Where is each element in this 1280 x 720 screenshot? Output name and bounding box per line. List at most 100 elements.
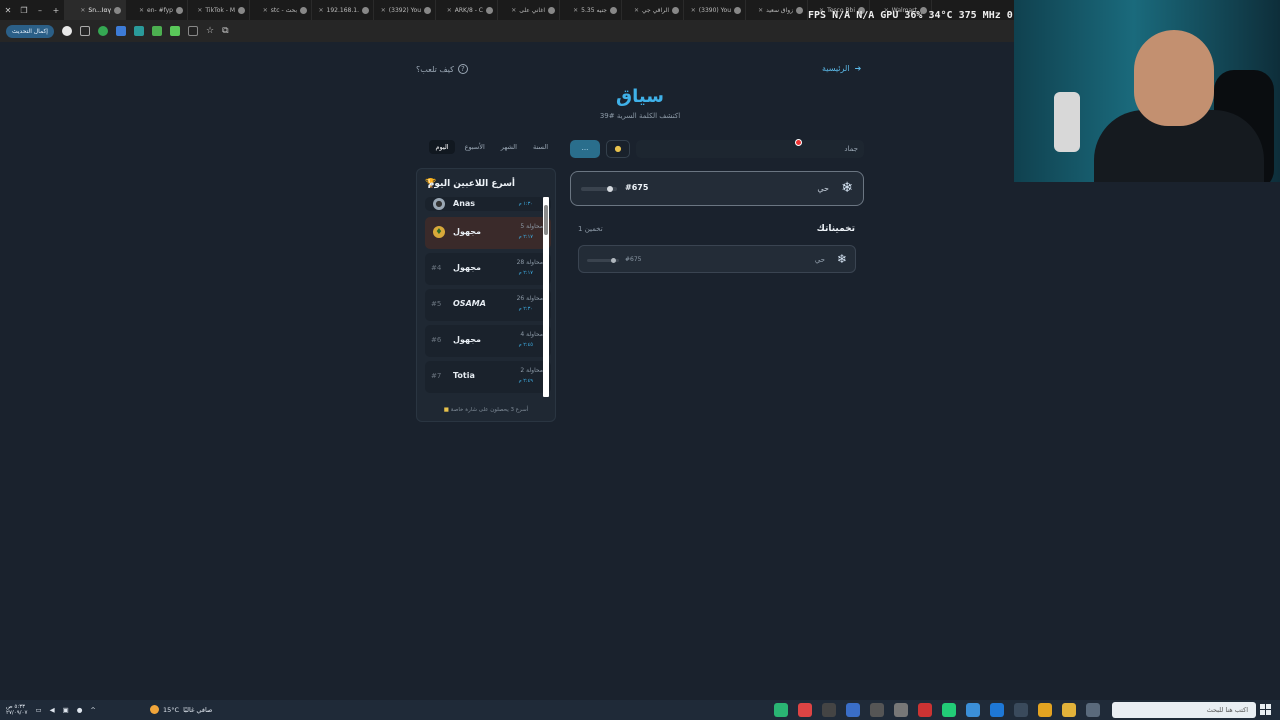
restore-window-icon[interactable]: ❐ bbox=[16, 6, 32, 15]
close-tab-icon[interactable]: ✕ bbox=[80, 7, 85, 14]
browser-tab[interactable]: ✕ Sn...Ιαγ bbox=[64, 0, 126, 20]
leaderboard-scrollbar[interactable] bbox=[543, 197, 549, 397]
close-tab-icon[interactable]: ✕ bbox=[691, 7, 696, 14]
new-tab-icon[interactable]: + bbox=[48, 6, 64, 15]
minimize-window-icon[interactable]: – bbox=[32, 6, 48, 15]
browser-tab[interactable]: ✕ اغاني على bbox=[498, 0, 560, 20]
page-title: سياق bbox=[616, 86, 664, 107]
browser-tab[interactable]: ✕ (3392) You bbox=[374, 0, 436, 20]
close-tab-icon[interactable]: ✕ bbox=[263, 7, 268, 14]
app-icon[interactable] bbox=[870, 703, 884, 717]
close-tab-icon[interactable]: ✕ bbox=[511, 7, 516, 14]
streamer-face-image bbox=[1134, 30, 1214, 126]
browser-tab[interactable]: ✕ stc - بحث bbox=[250, 0, 312, 20]
favicon-icon bbox=[176, 6, 183, 14]
tab-label: Sn...Ιαγ bbox=[88, 6, 111, 14]
how-to-play-link[interactable]: كيف تلعب؟ ? bbox=[416, 64, 468, 74]
app-icon[interactable] bbox=[846, 703, 860, 717]
player-time: ٢:٤٥ م bbox=[518, 342, 533, 348]
player-attempts: محاولة 5 bbox=[520, 223, 543, 230]
app-icon[interactable] bbox=[894, 703, 908, 717]
player-rank: #4 bbox=[431, 264, 442, 272]
extension-d-icon[interactable] bbox=[187, 26, 198, 36]
close-window-icon[interactable]: ✕ bbox=[0, 6, 16, 15]
current-guess-word: حي bbox=[817, 184, 829, 193]
app-icon[interactable] bbox=[942, 703, 956, 717]
browser-tab[interactable]: ✕ en- #fyp bbox=[126, 0, 188, 20]
update-browser-button[interactable]: إكمال التحديث bbox=[6, 24, 54, 38]
chrome-icon[interactable] bbox=[1038, 703, 1052, 717]
start-windows-icon[interactable] bbox=[1260, 704, 1272, 716]
close-tab-icon[interactable]: ✕ bbox=[758, 7, 763, 14]
app-icon[interactable] bbox=[822, 703, 836, 717]
bookmark-star-icon[interactable]: ☆ bbox=[206, 26, 214, 36]
app-icon[interactable] bbox=[798, 703, 812, 717]
tab-month[interactable]: الشهر bbox=[495, 140, 523, 154]
submit-guess-button[interactable]: ... bbox=[570, 140, 600, 158]
browser-tab[interactable]: ✕ 192.168.1. bbox=[312, 0, 374, 20]
current-guess-rank: #675 bbox=[625, 183, 649, 192]
favicon-icon bbox=[548, 6, 555, 14]
guess-input[interactable] bbox=[636, 140, 864, 158]
share-icon[interactable]: ⧉ bbox=[222, 26, 228, 36]
webcam-overlay bbox=[1014, 0, 1280, 182]
player-name: مجهول bbox=[453, 263, 481, 272]
extensions-icon[interactable] bbox=[79, 26, 90, 36]
tab-label: الراقي جي bbox=[642, 6, 669, 14]
scrollbar-thumb[interactable] bbox=[544, 205, 548, 235]
profile-icon[interactable] bbox=[61, 26, 72, 36]
browser-tab[interactable]: ✕ 5.35 جنيه bbox=[560, 0, 622, 20]
task-view-icon[interactable] bbox=[1086, 703, 1100, 717]
edge-icon[interactable] bbox=[990, 703, 1004, 717]
favicon-icon bbox=[486, 6, 493, 14]
mouse-cursor-icon bbox=[795, 139, 802, 146]
clock[interactable]: ٥:٣٣ ص ٢٧/٠٩/٠٧ bbox=[6, 704, 27, 716]
hint-button[interactable]: ● bbox=[606, 140, 630, 158]
tab-year[interactable]: السنة bbox=[527, 140, 554, 154]
close-tab-icon[interactable]: ✕ bbox=[447, 7, 452, 14]
browser-tab[interactable]: ✕ ARK/8 - C bbox=[436, 0, 498, 20]
close-tab-icon[interactable]: ✕ bbox=[573, 7, 578, 14]
arrow-right-icon: ➔ bbox=[854, 64, 862, 73]
extension-teal-icon[interactable] bbox=[133, 26, 144, 36]
shield-icon[interactable] bbox=[151, 26, 162, 36]
tab-label: stc - بحث bbox=[270, 6, 297, 14]
file-explorer-icon[interactable] bbox=[1062, 703, 1076, 717]
taskbar-search[interactable]: اكتب هنا للبحث bbox=[1112, 702, 1256, 718]
tab-label: 192.168.1. bbox=[326, 6, 359, 14]
browser-tab[interactable]: ✕ زواق سعيد bbox=[746, 0, 808, 20]
extension-blue-icon[interactable] bbox=[115, 26, 126, 36]
favicon-icon bbox=[362, 6, 369, 14]
browser-tab[interactable]: ✕ الراقي جي bbox=[622, 0, 684, 20]
snowflake-icon: ❄ bbox=[836, 252, 847, 266]
browser-tab[interactable]: ✕ (3390) You bbox=[684, 0, 746, 20]
home-link[interactable]: الرئيسية ➔ bbox=[822, 64, 861, 73]
close-tab-icon[interactable]: ✕ bbox=[139, 7, 144, 14]
guesses-count: 1 تخمين bbox=[578, 225, 603, 233]
volume-icon[interactable]: ◀ bbox=[50, 706, 55, 714]
close-tab-icon[interactable]: ✕ bbox=[319, 7, 324, 14]
close-tab-icon[interactable]: ✕ bbox=[381, 7, 386, 14]
leaderboard: السنة الشهر الأسبوع اليوم 🏆 أسرع اللاعبي… bbox=[416, 138, 556, 422]
network-icon[interactable]: ▣ bbox=[63, 706, 69, 714]
extension-green-icon[interactable] bbox=[97, 26, 108, 36]
notification-icon[interactable]: ▭ bbox=[35, 706, 41, 714]
tab-week[interactable]: الأسبوع bbox=[459, 140, 491, 154]
leaderboard-list[interactable]: ● Anas ١:٣٠ م ♦ مجهول محاولة 5 ٢:١٧ م #4… bbox=[425, 197, 551, 397]
show-hidden-icons-icon[interactable]: ^ bbox=[90, 706, 95, 714]
app-icon[interactable] bbox=[1014, 703, 1028, 717]
tab-today[interactable]: اليوم bbox=[429, 140, 455, 154]
browser-tab[interactable]: ✕ TikTok - M bbox=[188, 0, 250, 20]
weather-widget[interactable]: 15°C صافي غالبًا bbox=[150, 705, 212, 714]
app-icon[interactable] bbox=[918, 703, 932, 717]
close-tab-icon[interactable]: ✕ bbox=[197, 7, 202, 14]
app-icon[interactable] bbox=[774, 703, 788, 717]
player-name: Anas bbox=[453, 199, 476, 208]
app-icon[interactable] bbox=[966, 703, 980, 717]
tab-label: (3390) You bbox=[698, 6, 731, 14]
leaderboard-row: ♦ مجهول محاولة 5 ٢:١٧ م bbox=[425, 217, 551, 249]
close-tab-icon[interactable]: ✕ bbox=[634, 7, 639, 14]
extension-lime-icon[interactable] bbox=[169, 26, 180, 36]
medal-icon: ♦ bbox=[433, 226, 445, 238]
microphone-icon[interactable]: ● bbox=[77, 706, 83, 714]
